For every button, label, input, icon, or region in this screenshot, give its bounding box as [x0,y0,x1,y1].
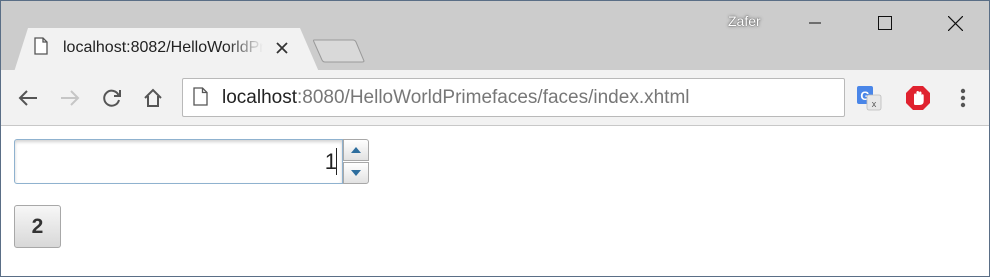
window-border [0,0,990,277]
